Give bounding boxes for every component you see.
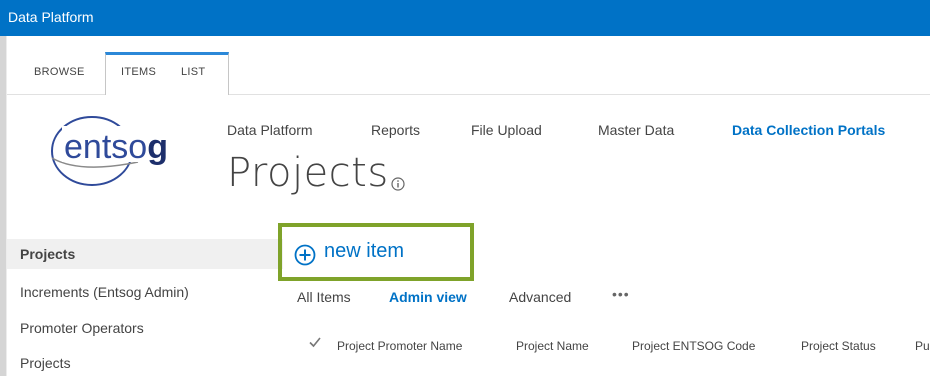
ribbon: BROWSE ITEMS LIST xyxy=(7,36,930,95)
view-admin-view[interactable]: Admin view xyxy=(389,289,467,305)
more-views-button[interactable]: ••• xyxy=(612,286,630,302)
select-all-check-icon[interactable] xyxy=(308,335,322,349)
info-icon[interactable] xyxy=(391,177,405,191)
entsog-logo-graphic: entsog xyxy=(51,116,172,186)
app-title[interactable]: Data Platform xyxy=(8,9,94,25)
leftnav-item-promoter-operators[interactable]: Promoter Operators xyxy=(20,313,270,343)
column-header-project-promoter-name[interactable]: Project Promoter Name xyxy=(337,339,462,353)
view-advanced[interactable]: Advanced xyxy=(509,289,571,305)
view-all-items[interactable]: All Items xyxy=(297,289,351,305)
column-header-project-status[interactable]: Project Status xyxy=(801,339,876,353)
topnav-data-platform[interactable]: Data Platform xyxy=(227,122,313,138)
topnav-master-data[interactable]: Master Data xyxy=(598,122,674,138)
tab-items[interactable]: ITEMS xyxy=(121,66,156,78)
column-header-project-name[interactable]: Project Name xyxy=(516,339,589,353)
plus-circle-icon[interactable] xyxy=(294,244,316,266)
tab-browse[interactable]: BROWSE xyxy=(34,66,85,78)
leftnav-item-increments[interactable]: Increments (Entsog Admin) xyxy=(20,277,270,307)
topnav-data-collection-portals[interactable]: Data Collection Portals xyxy=(732,122,885,138)
leftnav-item-projects[interactable]: Projects xyxy=(20,348,270,378)
page-title: Projects xyxy=(227,150,389,196)
column-header-truncated[interactable]: Pu xyxy=(915,339,930,353)
logo-text-accent: g xyxy=(147,128,168,166)
column-header-project-entsog-code[interactable]: Project ENTSOG Code xyxy=(632,339,755,353)
entsog-logo[interactable]: entsog xyxy=(40,108,200,200)
logo-text-main: entso xyxy=(64,128,147,166)
new-item-button[interactable]: new item xyxy=(324,240,404,263)
topnav-reports[interactable]: Reports xyxy=(371,122,420,138)
leftnav-item-projects-heading[interactable]: Projects xyxy=(7,239,283,269)
tab-list[interactable]: LIST xyxy=(181,66,205,78)
suite-bar: Data Platform xyxy=(0,0,930,36)
svg-text:entsog: entsog xyxy=(64,128,168,166)
topnav-file-upload[interactable]: File Upload xyxy=(471,122,542,138)
